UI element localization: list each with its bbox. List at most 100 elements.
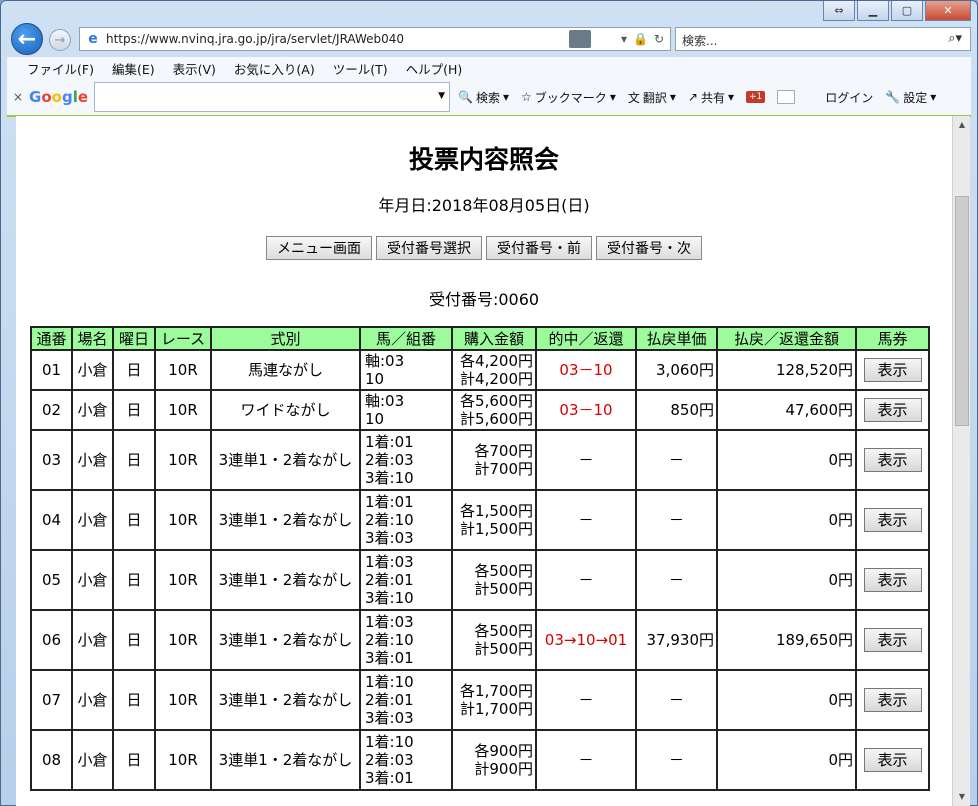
back-button[interactable]: ← (11, 23, 43, 55)
cell-race: 10R (154, 609, 212, 671)
google-search-button[interactable]: 🔍 検索 ▾ (458, 89, 509, 106)
table-row: 05 小倉日 10R 3連単1・2着ながし 1着:03 2着:01 3着:10 各500円 計5… (30, 549, 930, 611)
menu-file[interactable]: ファイル(F) (27, 59, 94, 78)
table-header: 通番 場名 曜日 レース 式別 馬／組番 購入金額 的中／返還 払戻単価 払戻／… (30, 326, 930, 351)
cell-amount-line: 計5,600円 (460, 410, 533, 428)
cell-type: 馬連ながし (210, 349, 361, 391)
cell-amount: 各1,700円 計1,700円 (451, 669, 537, 731)
view-ticket-button[interactable]: 表示 (863, 508, 922, 532)
cell-horses-line: 軸:03 (365, 392, 405, 410)
receipt-number: 受付番号:0060 (428, 290, 540, 309)
search-input[interactable]: 検索... ⌕▾ (675, 27, 971, 51)
receipt-prev-button[interactable]: 受付番号・前 (486, 236, 592, 260)
translate-label: 翻訳 (642, 90, 667, 105)
login-label: ログイン (825, 90, 874, 105)
wrench-icon: 🔧 (885, 90, 901, 104)
header-no: 通番 (30, 326, 73, 351)
cell-amount-line: 各900円 (474, 742, 533, 760)
header-hit: 的中／返還 (535, 326, 637, 351)
view-ticket-button[interactable]: 表示 (863, 628, 922, 652)
cell-horses-line: 2着:03 (365, 451, 414, 469)
lock-icon[interactable]: 🔒 (633, 32, 648, 46)
gplus-button[interactable]: +1 (746, 91, 766, 103)
receipt-select-button[interactable]: 受付番号選択 (376, 236, 482, 260)
close-icon[interactable]: × (7, 90, 29, 104)
cell-ticket: 表示 (855, 389, 930, 431)
view-ticket-button[interactable]: 表示 (863, 398, 922, 422)
cell-amount-line: 計1,500円 (460, 520, 533, 538)
cell-no: 01 (30, 349, 73, 391)
address-bar[interactable]: e https://www.nvinq.jra.go.jp/jra/servle… (79, 27, 671, 51)
cell-hit: － (535, 489, 637, 551)
menu-view[interactable]: 表示(V) (173, 59, 216, 78)
share-button[interactable]: ↗ 共有 ▾ (688, 89, 734, 106)
close-button[interactable]: ✕ (925, 1, 971, 21)
address-url[interactable]: https://www.nvinq.jra.go.jp/jra/servlet/… (106, 32, 569, 46)
date-line: 年月日:2018年08月05日(日) (378, 196, 590, 215)
forward-button[interactable]: → (49, 29, 71, 51)
receipt-next-button[interactable]: 受付番号・次 (596, 236, 702, 260)
search-dropdown-icon[interactable]: ▾ (621, 32, 627, 46)
scroll-down-icon[interactable]: ▼ (953, 788, 971, 806)
menu-edit[interactable]: 編集(E) (112, 59, 155, 78)
cell-amount: 各4,200円 計4,200円 (451, 349, 537, 391)
cell-horses-line: 3着:10 (365, 469, 414, 487)
cell-horses-line: 3着:03 (365, 709, 414, 727)
bet-table: 通番 場名 曜日 レース 式別 馬／組番 購入金額 的中／返還 払戻単価 払戻／… (30, 326, 930, 791)
cell-horses-line: 1着:01 (365, 433, 414, 451)
scroll-up-icon[interactable]: ▲ (953, 116, 971, 134)
cell-no: 05 (30, 549, 73, 611)
login-button[interactable]: ログイン (825, 89, 873, 106)
cell-total: 0円 (716, 429, 857, 491)
cell-race: 10R (154, 389, 212, 431)
cell-place: 小倉 (71, 729, 114, 791)
google-toolbar: × Google ▼ 🔍 検索 ▾ ☆ ブックマーク ▾ 文翻訳 ▾ ↗ 共有 ▾ +1 ログ… (7, 79, 971, 117)
cell-amount-line: 計4,200円 (460, 370, 533, 388)
menu-screen-button[interactable]: メニュー画面 (266, 236, 372, 260)
vertical-scrollbar[interactable]: ▲ ▼ (952, 116, 970, 806)
settings-button[interactable]: 🔧 設定 ▾ (885, 89, 936, 106)
cell-unit: 3,060円 (635, 349, 718, 391)
google-search-input[interactable]: ▼ (94, 82, 451, 112)
header-total: 払戻／返還金額 (716, 326, 857, 351)
view-ticket-button[interactable]: 表示 (863, 748, 922, 772)
cell-race: 10R (154, 429, 212, 491)
gplus-toggle[interactable] (777, 90, 796, 104)
search-icon: 🔍 (458, 90, 473, 104)
menu-favorites[interactable]: お気に入り(A) (234, 59, 315, 78)
cell-no: 03 (30, 429, 73, 491)
restore-arrow-icon[interactable]: ⇔ (823, 1, 855, 21)
cell-horses-line: 10 (365, 370, 385, 388)
cell-horses-line: 3着:01 (365, 649, 414, 667)
scroll-thumb[interactable] (955, 196, 969, 426)
search-icon[interactable]: ⌕▾ (948, 31, 962, 46)
share-label: 共有 (700, 90, 725, 105)
compatibility-view-icon[interactable] (568, 30, 591, 48)
view-ticket-button[interactable]: 表示 (863, 358, 922, 382)
translate-button[interactable]: 文翻訳 ▾ (628, 89, 676, 106)
cell-amount: 各900円 計900円 (451, 729, 537, 791)
cell-amount-line: 計1,700円 (460, 700, 533, 718)
minimize-button[interactable]: ▁ (857, 1, 889, 21)
cell-unit: － (635, 669, 718, 731)
refresh-icon[interactable]: ↻ (654, 32, 664, 46)
maximize-button[interactable]: ▢ (891, 1, 923, 21)
cell-horses-line: 3着:10 (365, 589, 414, 607)
menu-help[interactable]: ヘルプ(H) (406, 59, 463, 78)
cell-type: 3連単1・2着ながし (210, 669, 361, 731)
bookmark-button[interactable]: ☆ ブックマーク ▾ (521, 89, 616, 106)
view-ticket-button[interactable]: 表示 (863, 448, 922, 472)
cell-place: 小倉 (71, 669, 114, 731)
cell-amount-line: 各5,600円 (460, 392, 533, 410)
cell-race: 10R (154, 489, 212, 551)
menu-tools[interactable]: ツール(T) (333, 59, 388, 78)
chevron-down-icon[interactable]: ▼ (438, 91, 445, 101)
view-ticket-button[interactable]: 表示 (863, 568, 922, 592)
cell-total: 128,520円 (716, 349, 857, 391)
cell-no: 02 (30, 389, 73, 431)
google-search-label: 検索 (475, 90, 500, 105)
cell-ticket: 表示 (855, 669, 930, 731)
cell-no: 07 (30, 669, 73, 731)
view-ticket-button[interactable]: 表示 (863, 688, 922, 712)
cell-amount-line: 各4,200円 (460, 352, 533, 370)
